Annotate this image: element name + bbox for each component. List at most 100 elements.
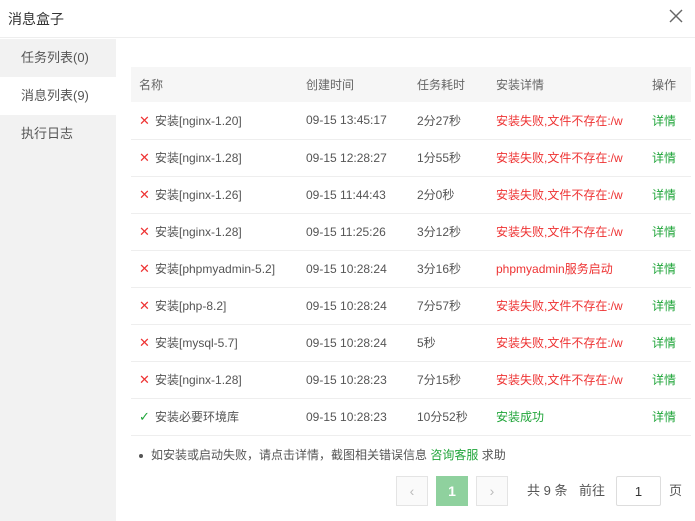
column-header-action: 操作 — [652, 78, 677, 92]
cell-duration: 10分52秒 — [417, 410, 468, 424]
table-row: ✕ 安装[mysql-5.7] 09-15 10:28:24 5秒 安装失败,文件不存在… — [131, 324, 691, 361]
fail-x-icon: ✕ — [139, 224, 150, 239]
cell-created-time: 09-15 10:28:24 — [306, 298, 387, 313]
window-title: 消息盒子 — [8, 11, 64, 27]
task-name: 安装[nginx-1.28] — [155, 225, 242, 239]
fail-x-icon: ✕ — [139, 187, 150, 202]
task-name: 安装[nginx-1.28] — [155, 151, 242, 165]
cell-created-time: 09-15 10:28:23 — [306, 372, 387, 387]
page-number-current[interactable]: 1 — [436, 476, 468, 506]
cell-detail: 安装失败,文件不存在:/w — [496, 373, 623, 387]
cell-created-time: 09-15 11:25:26 — [306, 224, 386, 239]
cell-detail: phpmyadmin服务启动 — [496, 262, 613, 276]
cell-detail: 安装失败,文件不存在:/w — [496, 299, 623, 313]
table-row: ✕ 安装[nginx-1.20] 09-15 13:45:17 2分27秒 安装失败,文… — [131, 102, 691, 139]
table-header-row: 名称 创建时间 任务耗时 安装详情 操作 — [131, 67, 691, 102]
cell-duration: 3分16秒 — [417, 262, 462, 276]
sidebar-item-message-list[interactable]: 消息列表(9) — [0, 77, 116, 115]
detail-link[interactable]: 详情 — [644, 324, 691, 361]
table-row: ✕ 安装[nginx-1.28] 09-15 10:28:23 7分15秒 安装失败,文… — [131, 361, 691, 398]
task-name: 安装[mysql-5.7] — [155, 336, 238, 350]
task-name: 安装[nginx-1.28] — [155, 373, 242, 387]
detail-link[interactable]: 详情 — [644, 176, 691, 213]
cell-detail: 安装失败,文件不存在:/w — [496, 336, 623, 350]
cell-created-time: 09-15 13:45:17 — [306, 113, 387, 128]
cell-duration: 7分15秒 — [417, 373, 462, 387]
table-row: ✕ 安装[nginx-1.26] 09-15 11:44:43 2分0秒 安装失败,文件… — [131, 176, 691, 213]
bullet-icon — [139, 453, 143, 458]
help-tip-suffix: 求助 — [481, 448, 506, 462]
fail-x-icon: ✕ — [139, 372, 150, 387]
table-row: ✕ 安装[nginx-1.28] 09-15 12:28:27 1分55秒 安装失败,文… — [131, 139, 691, 176]
table-row: ✓ 安装必要环境库 09-15 10:28:23 10分52秒 安装成功 详情 — [131, 398, 691, 435]
table-row: ✕ 安装[php-8.2] 09-15 10:28:24 7分57秒 安装失败,文件不存… — [131, 287, 691, 324]
prev-page-button[interactable]: ‹ — [396, 476, 428, 506]
cell-detail: 安装失败,文件不存在:/w — [496, 151, 623, 165]
detail-link[interactable]: 详情 — [644, 287, 691, 324]
title-bar: 消息盒子 — [0, 0, 695, 38]
pagination: ‹ 1 › 共 9 条 前往 页 — [116, 476, 695, 508]
check-icon: ✓ — [139, 409, 150, 424]
contact-support-link[interactable]: 咨询客服 — [430, 448, 478, 462]
detail-link[interactable]: 详情 — [644, 102, 691, 139]
task-name: 安装[phpmyadmin-5.2] — [155, 262, 276, 276]
cell-name: ✕ 安装[nginx-1.20] — [131, 102, 298, 139]
cell-name: ✕ 安装[nginx-1.28] — [131, 361, 298, 398]
detail-link[interactable]: 详情 — [644, 250, 691, 287]
task-name: 安装[nginx-1.26] — [155, 188, 242, 202]
cell-name: ✕ 安装[phpmyadmin-5.2] — [131, 250, 298, 287]
page-jump-input[interactable] — [616, 476, 661, 506]
next-page-button[interactable]: › — [476, 476, 508, 506]
cell-duration: 3分12秒 — [417, 225, 462, 239]
task-name: 安装[php-8.2] — [155, 299, 227, 313]
column-header-name: 名称 — [139, 78, 164, 92]
detail-link[interactable]: 详情 — [644, 361, 691, 398]
cell-detail: 安装成功 — [496, 410, 545, 424]
fail-x-icon: ✕ — [139, 335, 150, 350]
cell-name: ✕ 安装[php-8.2] — [131, 287, 298, 324]
column-header-created-time: 创建时间 — [306, 78, 355, 92]
cell-name: ✕ 安装[nginx-1.28] — [131, 139, 298, 176]
cell-duration: 2分27秒 — [417, 113, 462, 128]
detail-link[interactable]: 详情 — [644, 398, 691, 435]
sidebar-item-task-list[interactable]: 任务列表(0) — [0, 39, 116, 77]
message-table: 名称 创建时间 任务耗时 安装详情 操作 ✕ 安装[nginx-1.20] 09-1… — [131, 67, 691, 436]
cell-name: ✕ 安装[nginx-1.26] — [131, 176, 298, 213]
cell-name: ✕ 安装[mysql-5.7] — [131, 324, 298, 361]
page-unit-label: 页 — [669, 483, 683, 498]
column-header-detail: 安装详情 — [496, 78, 545, 92]
task-name: 安装必要环境库 — [155, 410, 240, 424]
table-row: ✕ 安装[phpmyadmin-5.2] 09-15 10:28:24 3分16秒 ph… — [131, 250, 691, 287]
fail-x-icon: ✕ — [139, 112, 150, 128]
cell-created-time: 09-15 11:44:43 — [306, 187, 386, 202]
fail-x-icon: ✕ — [139, 261, 150, 276]
table-row: ✕ 安装[nginx-1.28] 09-15 11:25:26 3分12秒 安装失败,文… — [131, 213, 691, 250]
help-tip-text: 如安装或启动失败，请点击详情，截图相关错误信息 — [151, 448, 428, 462]
cell-duration: 1分55秒 — [417, 151, 462, 165]
fail-x-icon: ✕ — [139, 150, 150, 165]
cell-name: ✓ 安装必要环境库 — [131, 398, 298, 435]
column-header-duration: 任务耗时 — [417, 78, 466, 92]
sidebar-item-execution-log[interactable]: 执行日志 — [0, 115, 116, 153]
cell-duration: 5秒 — [417, 336, 436, 350]
fail-x-icon: ✕ — [139, 298, 150, 313]
total-count: 共 9 条 — [527, 483, 568, 498]
cell-created-time: 09-15 10:28:24 — [306, 335, 387, 350]
cell-created-time: 09-15 10:28:24 — [306, 261, 387, 276]
goto-label: 前往 — [579, 483, 606, 498]
detail-link[interactable]: 详情 — [644, 213, 691, 250]
table-body: ✕ 安装[nginx-1.20] 09-15 13:45:17 2分27秒 安装失败,文… — [131, 102, 691, 435]
cell-detail: 安装失败,文件不存在:/w — [496, 113, 623, 128]
cell-duration: 2分0秒 — [417, 188, 455, 202]
cell-detail: 安装失败,文件不存在:/w — [496, 225, 623, 239]
close-icon[interactable] — [667, 7, 685, 25]
cell-created-time: 09-15 12:28:27 — [306, 150, 387, 165]
detail-link[interactable]: 详情 — [644, 139, 691, 176]
cell-created-time: 09-15 10:28:23 — [306, 409, 387, 424]
sidebar: 任务列表(0) 消息列表(9) 执行日志 — [0, 39, 116, 521]
cell-duration: 7分57秒 — [417, 299, 462, 313]
task-name: 安装[nginx-1.20] — [155, 113, 242, 128]
message-list-panel: 名称 创建时间 任务耗时 安装详情 操作 ✕ 安装[nginx-1.20] 09-1… — [116, 39, 695, 521]
cell-detail: 安装失败,文件不存在:/w — [496, 188, 623, 202]
help-tip: 如安装或启动失败，请点击详情，截图相关错误信息 咨询客服 求助 — [139, 446, 506, 463]
